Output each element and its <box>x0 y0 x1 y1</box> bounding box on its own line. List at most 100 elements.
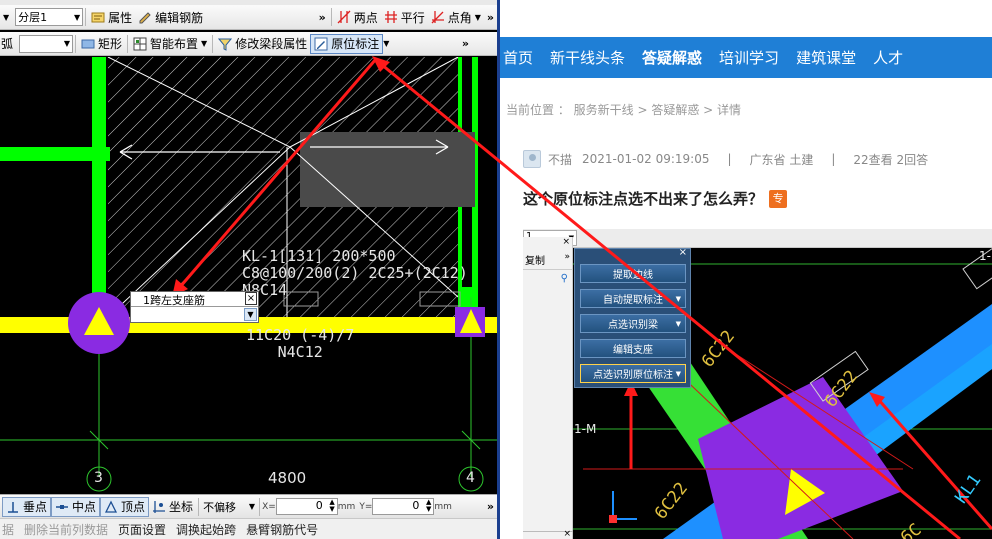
toolbar-overflow-icon[interactable]: » <box>462 37 469 50</box>
rectangle-button[interactable]: 矩形 <box>78 34 125 54</box>
beam-spec-text: KL-1[131] 200*500 <box>242 247 396 265</box>
point-angle-button[interactable]: 点角 ▼ <box>428 7 484 27</box>
chevron-down-icon[interactable]: ▼ <box>244 308 257 321</box>
meta-separator: | <box>727 152 732 166</box>
cantilever-rebar-code-command[interactable]: 悬臂钢筋代号 <box>246 521 318 538</box>
coordinate-snap-button[interactable]: 坐标 <box>149 497 196 517</box>
properties-button[interactable]: 属性 <box>88 7 135 27</box>
nav-item-talent[interactable]: 人才 <box>873 47 920 68</box>
main-toolbar: ▼ 分层1 ▼ 属性 编辑钢筋 » 两点 平行 点角 ▼ » <box>0 5 497 30</box>
edit-rebar-button[interactable]: 编辑钢筋 <box>135 7 206 27</box>
perpendicular-label: 垂点 <box>23 500 48 514</box>
close-icon[interactable]: × <box>562 237 570 247</box>
edit-support-button[interactable]: 编辑支座 <box>580 339 686 358</box>
close-icon[interactable]: × <box>245 292 257 305</box>
toolbar-separator <box>75 34 77 53</box>
chevron-down-icon: ▼ <box>74 12 81 22</box>
two-point-icon <box>337 10 351 24</box>
midpoint-snap-button[interactable]: 中点 <box>51 496 101 517</box>
properties-icon <box>91 12 105 23</box>
spinner-icon[interactable]: ▲ ▼ <box>329 499 334 513</box>
two-point-button[interactable]: 两点 <box>334 7 381 27</box>
edit-rebar-label: 编辑钢筋 <box>155 10 204 25</box>
nav-item-qa[interactable]: 答疑解惑 <box>642 47 719 68</box>
perpendicular-snap-button[interactable]: 垂点 <box>2 496 52 517</box>
chevron-down-icon: ▼ <box>675 369 681 378</box>
meta-separator: | <box>831 152 836 166</box>
screenshot-toolbar: 1▼ <box>523 229 992 248</box>
question-screenshot[interactable]: 1▼ 复制» ⚲ × × × 提取边线 自动提取标注▼ 点选识别梁▼ 编辑支座 … <box>523 229 992 539</box>
y-coordinate-label: Y= <box>359 501 373 512</box>
cad-drawing-area[interactable]: KL-1[131] 200*500 C8@100/200(2) 2C25+(2C… <box>0 56 497 494</box>
smart-layout-button[interactable]: 智能布置 ▼ <box>130 34 210 54</box>
post-location: 广东省 土建 <box>749 152 814 167</box>
rectangle-label: 矩形 <box>98 37 123 51</box>
offset-select[interactable]: 不偏移 ▼ <box>201 498 257 516</box>
ucs-axes <box>612 491 637 520</box>
author-name[interactable]: 不描 <box>548 151 572 168</box>
toolbar-separator <box>212 34 214 53</box>
double-chevron-icon[interactable]: » <box>564 252 570 262</box>
point-angle-label: 点角 <box>447 10 472 25</box>
funnel-icon <box>218 38 233 51</box>
page-setup-command[interactable]: 页面设置 <box>118 521 166 538</box>
swap-start-span-command[interactable]: 调换起始跨 <box>176 521 236 538</box>
toolbar-overflow-icon[interactable]: » <box>487 11 494 24</box>
in-situ-input-popup[interactable]: 1跨左支座筋 × ▼ <box>130 291 259 323</box>
extract-edges-button[interactable]: 提取边线 <box>580 264 686 283</box>
nav-item-home[interactable]: 首页 <box>503 47 550 68</box>
midpoint-icon <box>56 504 69 509</box>
y-coordinate-input[interactable]: 0 ▲ ▼ <box>372 498 435 515</box>
popup-title-row: 1跨左支座筋 × <box>131 292 258 307</box>
side-panel-row: 复制 » <box>523 252 573 270</box>
bottom-side-rebar-text: N4C12 <box>277 343 323 361</box>
spinner-icon[interactable]: ▲ ▼ <box>426 499 431 513</box>
dropdown-arrow-icon[interactable]: ▼ <box>3 13 9 22</box>
midpoint-label: 中点 <box>72 500 97 514</box>
nav-item-classroom[interactable]: 建筑课堂 <box>796 47 873 68</box>
search-icon[interactable]: ⚲ <box>561 273 568 284</box>
close-icon[interactable]: × <box>679 247 687 258</box>
close-icon[interactable]: × <box>563 529 571 539</box>
modify-beam-segment-button[interactable]: 修改梁段属性 <box>215 34 310 54</box>
offset-select-value: 不偏移 <box>203 500 237 514</box>
modify-beam-segment-label: 修改梁段属性 <box>235 37 308 51</box>
auto-extract-marks-button[interactable]: 自动提取标注 ▼ <box>580 289 686 308</box>
axis-label: 1- <box>979 249 991 263</box>
delete-column-data-command[interactable]: 删除当前列数据 <box>24 521 108 538</box>
axis-label: 1-M <box>574 422 597 436</box>
parallel-label: 平行 <box>400 10 425 25</box>
parallel-button[interactable]: 平行 <box>381 7 428 27</box>
toolbar-overflow-icon[interactable]: » <box>487 500 494 513</box>
pencil-icon <box>139 12 151 24</box>
toolbar-separator <box>198 497 200 516</box>
x-unit-label: mm <box>337 501 356 512</box>
pick-recognize-in-situ-mark-label: 点选识别原位标注 <box>593 370 673 381</box>
pick-recognize-beam-button[interactable]: 点选识别梁 ▼ <box>580 314 686 333</box>
in-situ-mark-label: 原位标注 <box>331 37 380 51</box>
nav-item-headlines[interactable]: 新干线头条 <box>550 47 642 68</box>
table-toolbar: 据 删除当前列数据 页面设置 调换起始跨 悬臂钢筋代号 <box>0 518 497 539</box>
floor-select[interactable]: 分层1 ▼ <box>15 8 84 26</box>
copy-label[interactable]: 复制 <box>525 256 545 267</box>
question-title: 这个原位标注点选不出来了怎么弄？ 专 <box>523 188 788 209</box>
popup-value-field[interactable]: ▼ <box>131 307 258 322</box>
in-situ-mark-button[interactable]: 原位标注 <box>310 33 384 54</box>
arc-fragment-label[interactable]: 弧 <box>1 35 13 52</box>
avatar[interactable] <box>523 150 541 168</box>
nav-item-training[interactable]: 培训学习 <box>719 47 796 68</box>
vertex-snap-button[interactable]: 顶点 <box>100 496 150 517</box>
parallel-icon <box>384 11 397 23</box>
void-area <box>0 161 92 301</box>
chevron-down-icon: ▼ <box>675 294 681 303</box>
x-coordinate-input[interactable]: 0 ▲ ▼ <box>275 498 338 515</box>
beam-band-green <box>0 147 110 161</box>
chevron-down-icon: ▼ <box>63 39 71 48</box>
edit-support-label: 编辑支座 <box>613 345 653 356</box>
shape-select[interactable]: ▼ <box>19 34 74 53</box>
ucs-origin <box>609 515 617 523</box>
chevron-down-icon[interactable]: ▼ <box>383 39 389 48</box>
truncated-command[interactable]: 据 <box>2 521 14 538</box>
pick-recognize-in-situ-mark-button[interactable]: 点选识别原位标注 ▼ <box>580 364 686 383</box>
toolbar-overflow-icon[interactable]: » <box>319 11 326 24</box>
